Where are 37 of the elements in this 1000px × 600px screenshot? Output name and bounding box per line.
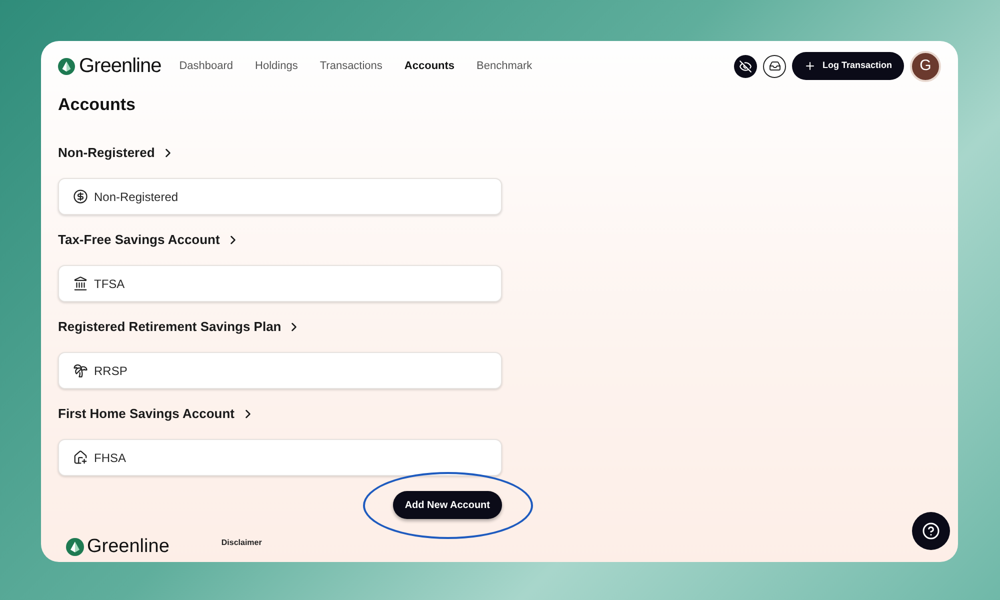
nav-link[interactable]: Benchmark [476, 58, 532, 74]
page-title: Accounts [58, 95, 136, 115]
logo-icon [58, 58, 75, 74]
account-card[interactable]: RRSP [58, 352, 502, 389]
account-name: TFSA [94, 276, 125, 292]
section-heading-link[interactable]: Tax-Free Savings Account [58, 231, 502, 249]
account-card[interactable]: Non-Registered [58, 178, 502, 215]
section-heading-link[interactable]: First Home Savings Account [58, 405, 502, 423]
nav-link[interactable]: Dashboard [179, 58, 234, 74]
help-icon [922, 522, 940, 540]
nav-link[interactable]: Transactions [320, 58, 382, 74]
account-name: RRSP [94, 362, 128, 380]
brand-name: Greenline [79, 54, 162, 79]
add-account-button[interactable]: Add New Account [392, 491, 502, 519]
inbox-button[interactable] [763, 54, 786, 78]
disclaimer-link[interactable]: Disclaimer [221, 537, 262, 549]
bank-icon [73, 276, 88, 291]
section-heading-link[interactable]: Non-Registered [58, 144, 502, 162]
section-heading-link[interactable]: Registered Retirement Savings Plan [58, 318, 502, 336]
eye-off-icon [739, 60, 752, 72]
house-icon [73, 450, 88, 465]
help-button[interactable] [912, 512, 950, 550]
avatar[interactable]: G [910, 50, 941, 82]
hide-values-button[interactable] [734, 54, 758, 78]
account-card[interactable]: FHSA [58, 439, 502, 476]
account-name: Non-Registered [94, 188, 178, 206]
nav-link[interactable]: Accounts [404, 58, 455, 74]
nav-link[interactable]: Holdings [255, 58, 298, 74]
account-name: FHSA [94, 450, 126, 466]
plus-icon [804, 60, 816, 72]
footer-brand-name: Greenline [87, 537, 170, 557]
palm-tree-icon [73, 363, 88, 378]
logo-icon [66, 538, 84, 556]
inbox-icon [768, 60, 781, 72]
dollar-icon [73, 189, 88, 204]
log-transaction-button[interactable]: Log Transaction [792, 52, 904, 80]
account-card[interactable]: TFSA [58, 265, 502, 302]
